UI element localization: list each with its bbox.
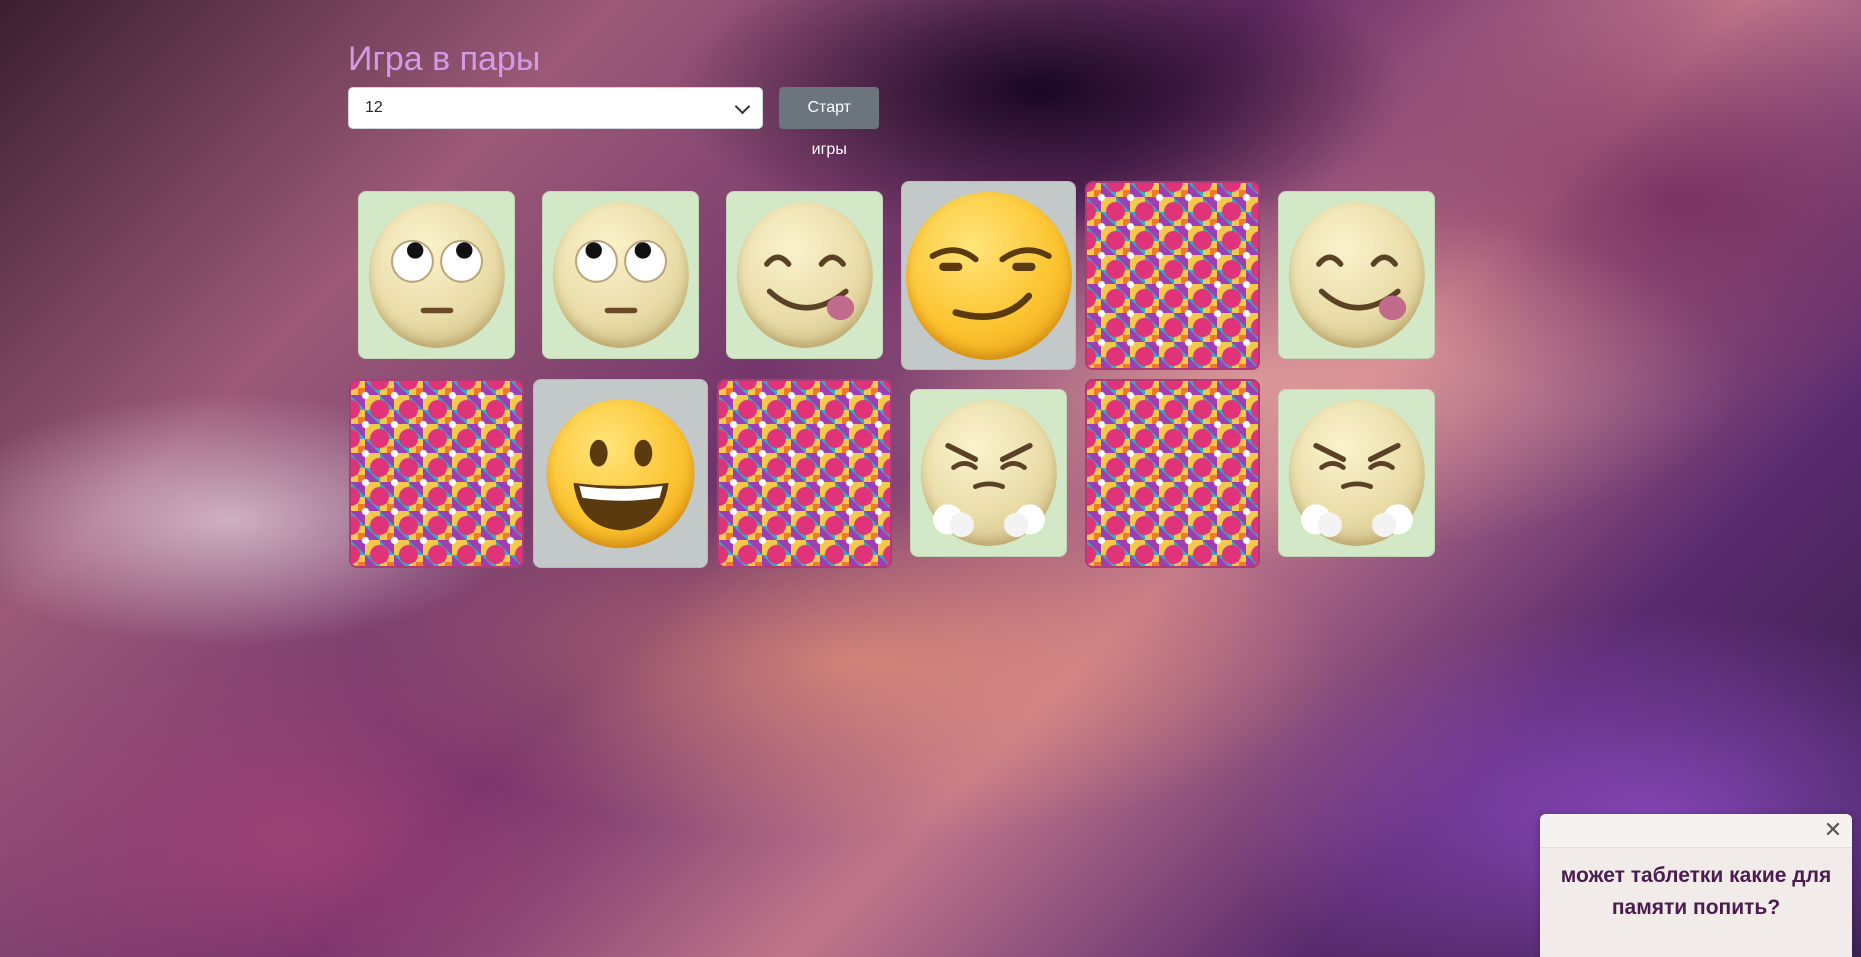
card-11[interactable] <box>1085 379 1260 568</box>
notification-toast: ✕ может таблетки какие для памяти попить… <box>1540 814 1852 957</box>
steam-nose-emoji-icon <box>1288 399 1425 547</box>
eye-roll-emoji-icon <box>368 201 505 349</box>
close-icon[interactable]: ✕ <box>1822 819 1844 841</box>
card-12[interactable] <box>1278 389 1435 557</box>
card-1[interactable] <box>358 191 515 359</box>
card-7[interactable] <box>349 379 524 568</box>
start-game-button[interactable]: Старт игры <box>778 87 880 158</box>
card-3[interactable] <box>726 191 883 359</box>
yum-emoji-icon <box>1288 201 1425 349</box>
card-4[interactable] <box>901 181 1076 370</box>
page-title: Игра в пары <box>348 40 541 78</box>
yum-emoji-icon <box>736 201 873 349</box>
toast-message: может таблетки какие для памяти попить? <box>1560 864 1832 919</box>
toast-header: ✕ <box>1540 814 1852 848</box>
eye-roll-emoji-icon <box>552 201 689 349</box>
card-2[interactable] <box>542 191 699 359</box>
card-9[interactable] <box>717 379 892 568</box>
steam-nose-emoji-icon <box>920 399 1057 547</box>
grin-emoji-icon <box>546 398 695 549</box>
smirk-emoji-icon <box>905 191 1072 360</box>
card-6[interactable] <box>1278 191 1435 359</box>
card-8[interactable] <box>533 379 708 568</box>
chevron-down-icon <box>734 98 751 114</box>
card-10[interactable] <box>910 389 1067 557</box>
game-container: Игра в пары 12 Старт игры <box>348 38 880 158</box>
card-5[interactable] <box>1085 181 1260 370</box>
card-count-select[interactable]: 12 <box>348 87 763 129</box>
controls: 12 Старт игры <box>348 87 880 158</box>
card-count-value: 12 <box>365 99 383 116</box>
